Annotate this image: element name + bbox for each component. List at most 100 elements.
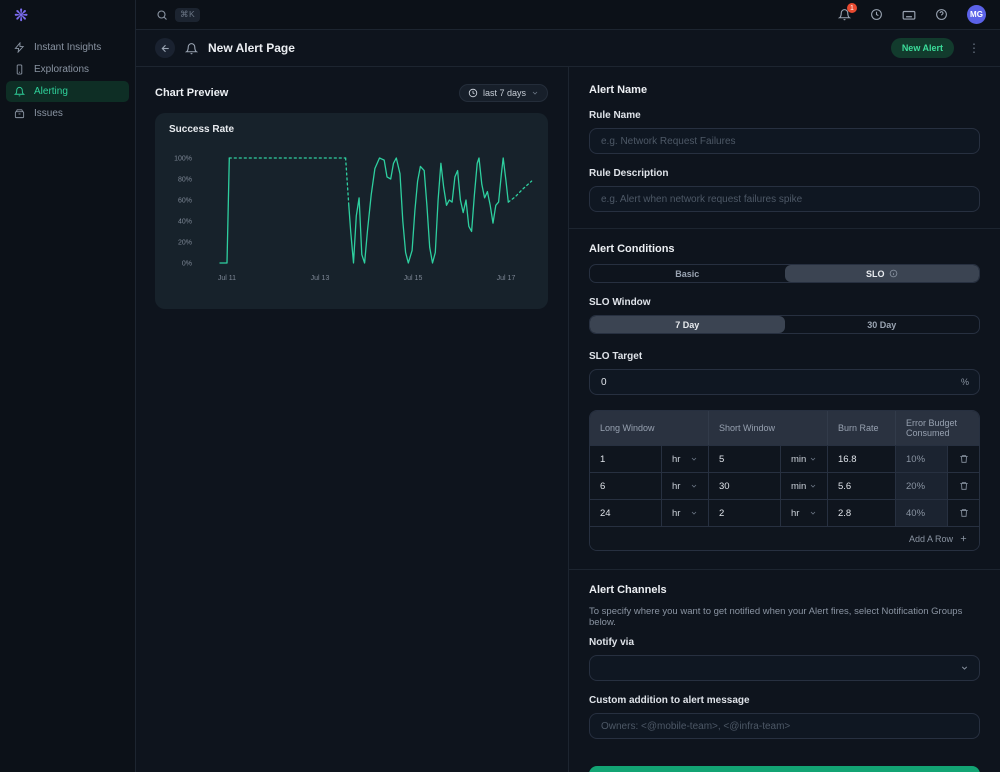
long-window-unit-select[interactable]: hr bbox=[662, 472, 709, 499]
slo-window-label: SLO Window bbox=[589, 297, 980, 308]
long-window-unit-select[interactable]: hr bbox=[662, 445, 709, 472]
rule-name-input[interactable] bbox=[589, 128, 980, 154]
back-button[interactable] bbox=[155, 38, 175, 58]
burn-rate-value: 16.8 bbox=[828, 445, 896, 472]
success-rate-line-solid bbox=[349, 158, 509, 263]
y-axis-tick: 60% bbox=[178, 198, 192, 205]
content: Chart Preview last 7 days Success Rate 0… bbox=[136, 67, 1000, 772]
save-alert-rule-button[interactable]: Save Alert Rule bbox=[589, 766, 980, 772]
notify-via-label: Notify via bbox=[589, 637, 980, 648]
table-header-short-window: Short Window bbox=[709, 411, 828, 445]
chevron-down-icon bbox=[809, 482, 817, 490]
long-window-unit-select[interactable]: hr bbox=[662, 499, 709, 526]
sidebar: ❋ Instant Insights Explorations Alerting Is… bbox=[0, 0, 136, 772]
sidebar-item-label: Issues bbox=[34, 108, 63, 119]
rule-description-input[interactable] bbox=[589, 186, 980, 212]
table-header-error-budget-consumed: Error Budget Consumed bbox=[896, 411, 980, 445]
mode-basic-button[interactable]: Basic bbox=[590, 265, 785, 282]
alert-form-panel: Alert Name Rule Name Rule Description Al… bbox=[568, 67, 1000, 772]
delete-row-trash-icon[interactable] bbox=[948, 499, 980, 526]
page-header: New Alert Page New Alert ⋮ bbox=[136, 30, 1000, 67]
chevron-down-icon bbox=[690, 482, 698, 490]
keyboard-icon[interactable] bbox=[902, 8, 916, 22]
delete-row-trash-icon[interactable] bbox=[948, 472, 980, 499]
user-avatar[interactable]: MG bbox=[967, 5, 986, 24]
rule-description-label: Rule Description bbox=[589, 168, 980, 179]
sidebar-item-instant-insights[interactable]: Instant Insights bbox=[6, 37, 129, 58]
short-window-unit-select[interactable]: min bbox=[781, 445, 828, 472]
burn-rate-table: Long WindowShort WindowBurn RateError Bu… bbox=[589, 410, 980, 551]
sidebar-item-label: Alerting bbox=[34, 86, 68, 97]
help-icon[interactable] bbox=[935, 8, 948, 21]
slo-target-field: % bbox=[589, 369, 980, 395]
kebab-menu-icon[interactable]: ⋮ bbox=[964, 41, 984, 55]
time-range-label: last 7 days bbox=[483, 88, 526, 98]
short-window-unit-select[interactable]: min bbox=[781, 472, 828, 499]
x-axis-tick: Jul 13 bbox=[311, 275, 330, 282]
chevron-down-icon bbox=[690, 509, 698, 517]
window-7day-button[interactable]: 7 Day bbox=[590, 316, 785, 333]
slo-target-input[interactable] bbox=[589, 369, 980, 395]
error-budget-value: 10% bbox=[896, 445, 948, 472]
notification-badge: 1 bbox=[847, 3, 857, 13]
alert-channels-description: To specify where you want to get notifie… bbox=[589, 606, 980, 628]
sidebar-item-label: Explorations bbox=[34, 64, 89, 75]
chart-title: Success Rate bbox=[169, 124, 548, 135]
short-window-value[interactable]: 2 bbox=[709, 499, 781, 526]
clock-icon bbox=[468, 88, 478, 98]
topbar-icons: 1 MG bbox=[838, 5, 986, 24]
chevron-down-icon bbox=[690, 455, 698, 463]
short-window-unit-select[interactable]: hr bbox=[781, 499, 828, 526]
y-axis-tick: 20% bbox=[178, 240, 192, 247]
page-title: New Alert Page bbox=[208, 41, 295, 55]
window-30day-button[interactable]: 30 Day bbox=[785, 316, 980, 333]
add-row-button[interactable]: Add A Row bbox=[590, 526, 980, 550]
info-icon bbox=[889, 269, 898, 278]
success-rate-chart-card: Success Rate 0%20%40%60%80%100%Jul 11Jul… bbox=[155, 113, 548, 309]
alert-name-heading: Alert Name bbox=[589, 84, 980, 96]
y-axis-tick: 80% bbox=[178, 177, 192, 184]
success-rate-chart[interactable]: 0%20%40%60%80%100%Jul 11Jul 13Jul 15Jul … bbox=[155, 141, 548, 296]
topbar: ⌘K 1 MG bbox=[136, 0, 1000, 30]
burn-rate-value: 5.6 bbox=[828, 472, 896, 499]
notify-via-select[interactable] bbox=[589, 655, 980, 681]
chart-preview-panel: Chart Preview last 7 days Success Rate 0… bbox=[136, 67, 568, 772]
short-window-value[interactable]: 5 bbox=[709, 445, 781, 472]
lightning-icon bbox=[14, 42, 25, 53]
chevron-down-icon bbox=[809, 455, 817, 463]
archive-icon bbox=[14, 108, 25, 119]
new-alert-button[interactable]: New Alert bbox=[891, 38, 954, 58]
mode-slo-button[interactable]: SLO bbox=[785, 265, 980, 282]
success-rate-line-solid bbox=[220, 158, 229, 263]
burn-rate-value: 2.8 bbox=[828, 499, 896, 526]
error-budget-value: 20% bbox=[896, 472, 948, 499]
time-range-select[interactable]: last 7 days bbox=[459, 84, 548, 102]
delete-row-trash-icon[interactable] bbox=[948, 445, 980, 472]
long-window-value[interactable]: 6 bbox=[590, 472, 662, 499]
short-window-value[interactable]: 30 bbox=[709, 472, 781, 499]
device-icon bbox=[14, 64, 25, 75]
sidebar-item-alerting[interactable]: Alerting bbox=[6, 81, 129, 102]
command-shortcut-badge: ⌘K bbox=[175, 8, 200, 22]
table-header-burn-rate: Burn Rate bbox=[828, 411, 896, 445]
sidebar-item-label: Instant Insights bbox=[34, 42, 101, 53]
section-divider bbox=[569, 228, 1000, 229]
custom-message-input[interactable] bbox=[589, 713, 980, 739]
success-rate-line-dashed bbox=[508, 181, 531, 202]
x-axis-tick: Jul 11 bbox=[218, 275, 236, 282]
long-window-value[interactable]: 1 bbox=[590, 445, 662, 472]
long-window-value[interactable]: 24 bbox=[590, 499, 662, 526]
alert-conditions-heading: Alert Conditions bbox=[589, 243, 980, 255]
sidebar-nav: Instant Insights Explorations Alerting Issu… bbox=[0, 37, 135, 124]
app-logo-icon[interactable]: ❋ bbox=[0, 0, 135, 36]
app-window: ❋ Instant Insights Explorations Alerting Is… bbox=[0, 0, 1000, 772]
notifications-bell-icon[interactable]: 1 bbox=[838, 8, 851, 21]
table-header-long-window: Long Window bbox=[590, 411, 709, 445]
sidebar-item-explorations[interactable]: Explorations bbox=[6, 59, 129, 80]
y-axis-tick: 100% bbox=[174, 156, 192, 163]
y-axis-tick: 40% bbox=[178, 219, 192, 226]
sidebar-item-issues[interactable]: Issues bbox=[6, 103, 129, 124]
global-search[interactable]: ⌘K bbox=[156, 8, 200, 22]
history-clock-icon[interactable] bbox=[870, 8, 883, 21]
slo-target-label: SLO Target bbox=[589, 351, 980, 362]
